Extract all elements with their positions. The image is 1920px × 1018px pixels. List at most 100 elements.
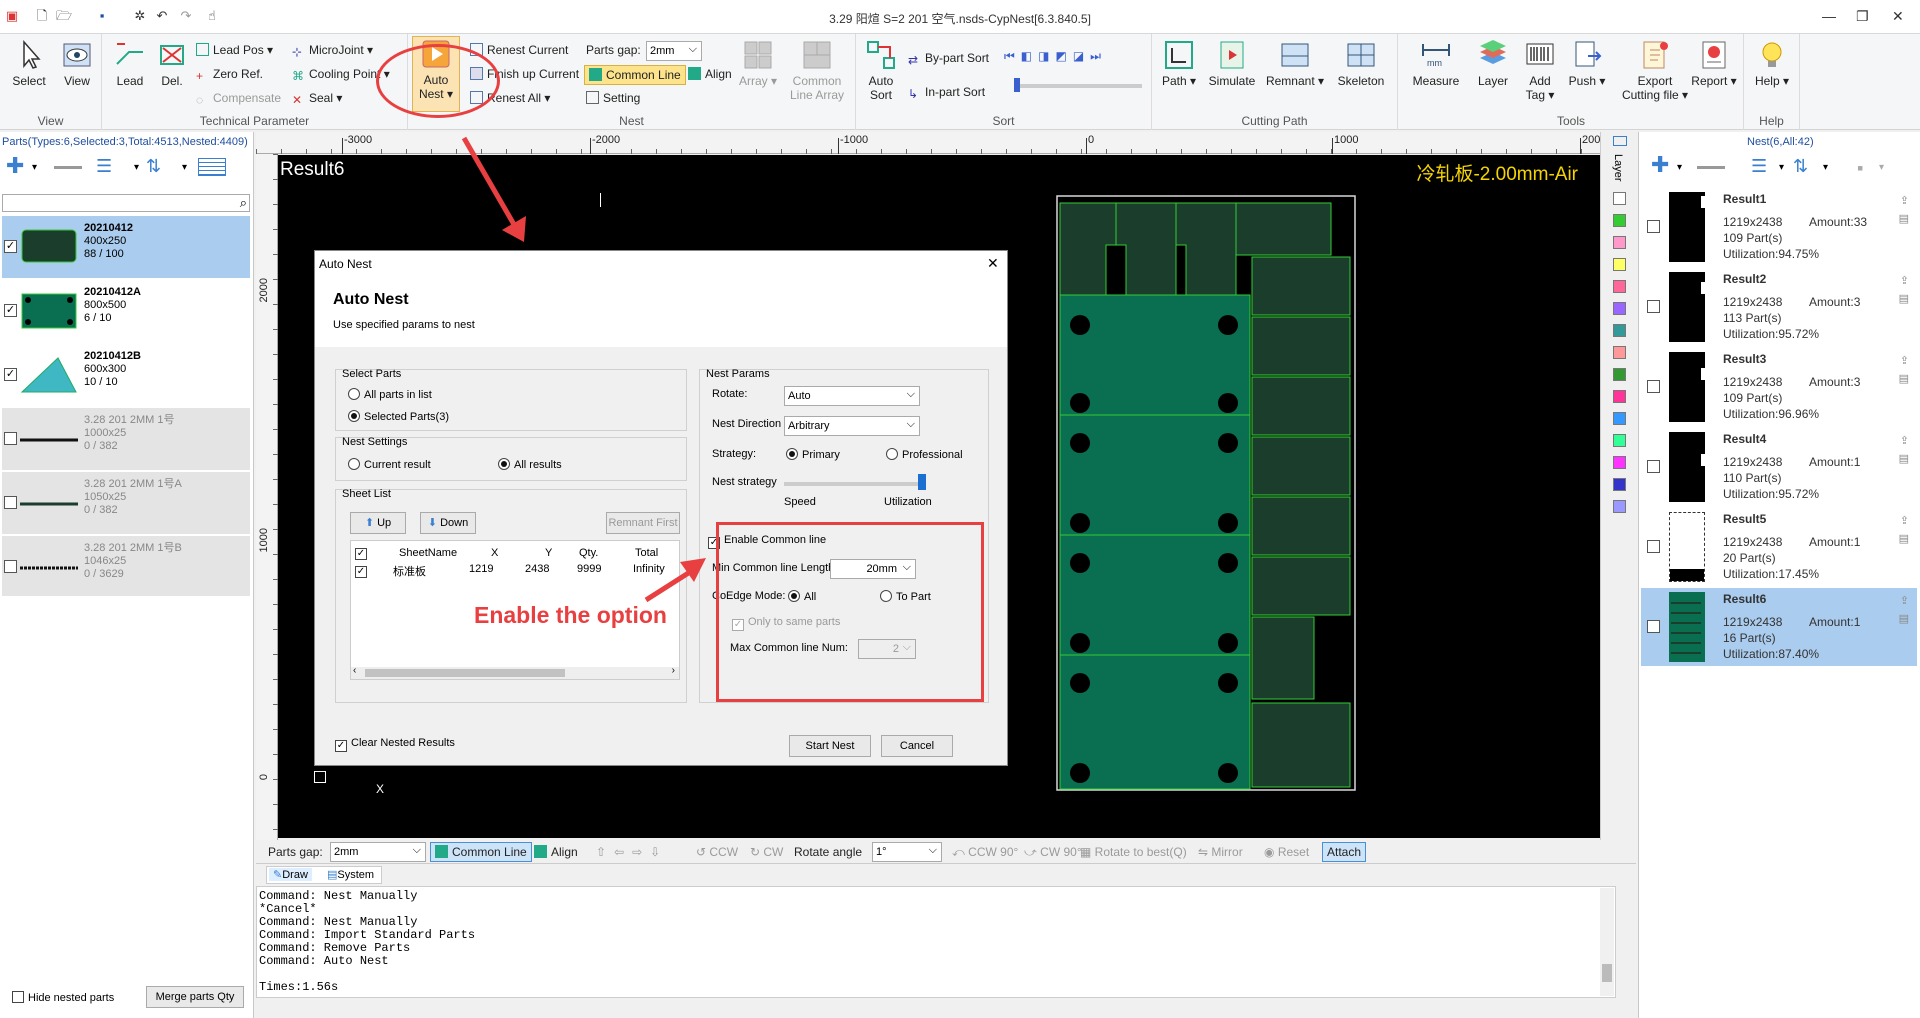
layer-color-swatch[interactable]	[1613, 434, 1626, 447]
scroll-left-icon[interactable]: ‹	[353, 665, 356, 676]
command-scroll-thumb[interactable]	[1602, 964, 1612, 982]
microjoint-button[interactable]: ⊹ MicroJoint ▾	[292, 42, 373, 59]
mirror-button[interactable]: ⇋ Mirror	[1198, 844, 1243, 860]
skeleton-button[interactable]: Skeleton	[1330, 38, 1392, 88]
parts-search-input[interactable]: ⌕	[2, 194, 250, 212]
nest-strategy-thumb[interactable]	[918, 474, 926, 490]
sort-step-buttons[interactable]: ⏮◧◨◩◪⏭	[1004, 48, 1107, 64]
result-export-icon[interactable]: ⇪	[1900, 194, 1909, 207]
layer-color-swatch[interactable]	[1613, 324, 1626, 337]
array-button[interactable]: Array ▾	[738, 38, 778, 88]
result-edit-icon[interactable]: ▤	[1899, 292, 1909, 305]
nest-list-view-dropdown[interactable]: ▾	[1779, 162, 1784, 173]
parts-gap-select[interactable]: 2mm	[646, 40, 702, 61]
part-checkbox[interactable]: ✓	[4, 240, 17, 253]
command-scrollbar[interactable]	[1600, 888, 1614, 996]
scroll-right-icon[interactable]: ›	[672, 665, 675, 676]
result-export-icon[interactable]: ⇪	[1900, 434, 1909, 447]
all-parts-radio[interactable]: All parts in list	[348, 388, 432, 401]
add-tag-button[interactable]: Add Tag ▾	[1520, 38, 1560, 102]
add-nest-dropdown[interactable]: ▾	[1677, 162, 1682, 173]
merge-parts-button[interactable]: Merge parts Qty	[146, 986, 244, 1008]
remove-nest-icon[interactable]	[1697, 166, 1725, 169]
renest-current-button[interactable]: Renest Current	[470, 42, 568, 58]
lead-pos-button[interactable]: Lead Pos ▾	[196, 42, 273, 58]
strategy-professional-radio[interactable]: Professional	[886, 448, 963, 461]
seal-button[interactable]: ✕ Seal ▾	[292, 90, 342, 107]
result-edit-icon[interactable]: ▤	[1899, 452, 1909, 465]
result-checkbox[interactable]	[1647, 540, 1660, 553]
cw90-button[interactable]: ⤻ CW 90°	[1024, 844, 1082, 860]
list-view-dropdown[interactable]: ▾	[134, 162, 139, 173]
nest-strategy-slider[interactable]	[784, 482, 924, 486]
sort-list-dropdown[interactable]: ▾	[182, 162, 187, 173]
sheet-table-scrollbar[interactable]: ‹ ›	[351, 665, 679, 679]
layer-color-swatch[interactable]	[1613, 258, 1626, 271]
nest-sort-icon[interactable]: ⇅	[1793, 156, 1808, 177]
layer-color-swatch[interactable]	[1613, 478, 1626, 491]
push-button[interactable]: Push ▾	[1564, 38, 1610, 88]
part-checkbox[interactable]	[4, 432, 17, 445]
path-button[interactable]: Path ▾	[1158, 38, 1200, 88]
nest-save-dropdown[interactable]: ▾	[1879, 162, 1884, 173]
result-edit-icon[interactable]: ▤	[1899, 212, 1909, 225]
remnant-button[interactable]: Remnant ▾	[1264, 38, 1326, 88]
result-checkbox[interactable]	[1647, 620, 1660, 633]
part-item[interactable]: 3.28 201 2MM 1号 1000x25 0 / 382	[2, 408, 250, 470]
layer-color-swatch[interactable]	[1613, 280, 1626, 293]
add-part-icon[interactable]: ✚	[6, 154, 24, 178]
strategy-primary-radio[interactable]: Primary	[786, 448, 840, 461]
measure-button[interactable]: mm Measure	[1408, 38, 1464, 88]
result-item[interactable]: Result3 1219x2438 Amount:3 109 Part(s) Utili…	[1641, 348, 1917, 426]
common-line-array-button[interactable]: Common Line Array	[784, 38, 850, 102]
nest-direction-select[interactable]: Arbitrary	[784, 415, 920, 436]
part-checkbox[interactable]: ✓	[4, 368, 17, 381]
tab-draw[interactable]: ✎Draw	[269, 868, 312, 881]
layer-color-swatch[interactable]	[1613, 456, 1626, 469]
remnant-first-button[interactable]: Remnant First	[606, 512, 680, 534]
layer-color-swatch[interactable]	[1613, 302, 1626, 315]
current-result-radio[interactable]: Current result	[348, 458, 431, 471]
layer-color-swatch[interactable]	[1613, 500, 1626, 513]
layer-color-swatch[interactable]	[1613, 412, 1626, 425]
tab-system[interactable]: ▤System	[323, 868, 378, 881]
result-export-icon[interactable]: ⇪	[1900, 274, 1909, 287]
result-export-icon[interactable]: ⇪	[1900, 594, 1909, 607]
layer-color-swatch[interactable]	[1613, 368, 1626, 381]
lead-button[interactable]: Lead	[110, 38, 150, 88]
all-results-radio[interactable]: All results	[498, 458, 562, 471]
bottom-align-button[interactable]: Align	[534, 844, 578, 860]
add-part-dropdown[interactable]: ▾	[32, 162, 37, 173]
move-arrows[interactable]: ⇧⇦⇨⇩	[596, 844, 668, 860]
result-edit-icon[interactable]: ▤	[1899, 532, 1909, 545]
layer-color-swatch[interactable]	[1613, 214, 1626, 227]
setting-button[interactable]: Setting	[586, 90, 640, 106]
align-button[interactable]: Align	[688, 66, 732, 82]
start-nest-button[interactable]: Start Nest	[789, 735, 871, 757]
result-item[interactable]: Result4 1219x2438 Amount:1 110 Part(s) Utili…	[1641, 428, 1917, 506]
sheet-row-checkbox[interactable]: ✓	[355, 563, 371, 578]
compensate-button[interactable]: ◌ Compensate	[196, 90, 281, 107]
ccw90-button[interactable]: ⤺ CCW 90°	[952, 844, 1018, 860]
rotate-angle-select[interactable]: 1°	[872, 841, 942, 862]
result-edit-icon[interactable]: ▤	[1899, 612, 1909, 625]
bottom-common-line-toggle[interactable]: Common Line	[430, 842, 532, 862]
cancel-button[interactable]: Cancel	[881, 735, 953, 757]
table-view-icon[interactable]	[198, 158, 226, 176]
report-button[interactable]: Report ▾	[1688, 38, 1740, 88]
view-button[interactable]: View	[56, 38, 98, 88]
scroll-thumb[interactable]	[365, 669, 565, 677]
ccw-button[interactable]: ↺ CCW	[696, 844, 738, 860]
restore-button[interactable]: ❐	[1856, 8, 1869, 25]
layer-color-swatch[interactable]	[1613, 346, 1626, 359]
result-export-icon[interactable]: ⇪	[1900, 514, 1909, 527]
sheet-header-checkbox[interactable]: ✓	[355, 545, 371, 560]
common-line-toggle[interactable]: Common Line	[584, 65, 686, 85]
result-checkbox[interactable]	[1647, 380, 1660, 393]
part-checkbox[interactable]	[4, 560, 17, 573]
delete-lead-button[interactable]: Del.	[152, 38, 192, 88]
sort-progress-slider[interactable]	[1014, 84, 1142, 88]
by-part-sort-button[interactable]: ⇄ By-part Sort	[908, 50, 989, 67]
part-item[interactable]: ✓ 20210412 400x250 88 / 100	[2, 216, 250, 278]
part-item[interactable]: ✓ 20210412A 800x500 6 / 10	[2, 280, 250, 342]
